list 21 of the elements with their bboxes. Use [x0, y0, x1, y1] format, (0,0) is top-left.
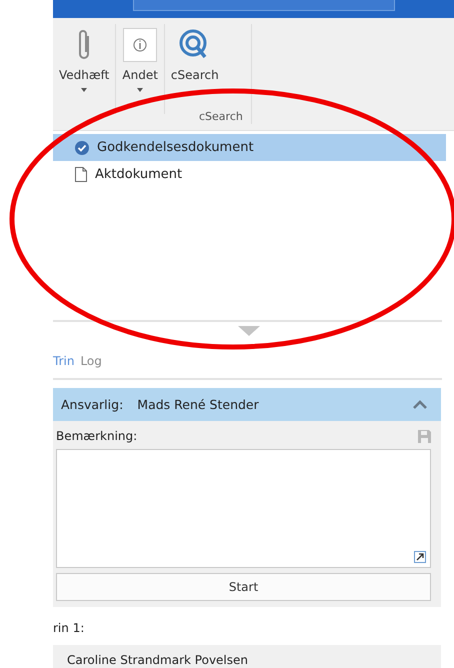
step-title: rin 1:	[53, 621, 86, 637]
chevron-icon[interactable]	[413, 400, 427, 409]
person-name: Caroline Strandmark Povelsen	[67, 653, 248, 667]
document-icon	[75, 167, 87, 182]
info-icon	[123, 28, 158, 62]
save-icon[interactable]	[418, 430, 431, 442]
document-item[interactable]: Aktdokument	[53, 161, 446, 188]
expand-icon[interactable]	[414, 551, 426, 563]
attach-button[interactable]: Vedhæft	[53, 28, 116, 92]
other-button[interactable]: Andet	[116, 28, 164, 92]
document-item[interactable]: Godkendelsesdokument	[53, 134, 446, 161]
responsible-name: Mads René Stender	[137, 397, 259, 412]
group-label: cSearch	[199, 110, 243, 123]
search-button[interactable]: cSearch	[164, 28, 225, 82]
remark-field[interactable]	[56, 449, 431, 568]
triangle-icon[interactable]	[238, 326, 260, 336]
start-button[interactable]: Start	[56, 573, 431, 601]
responsible-label: Ansvarlig:	[61, 397, 124, 412]
tab[interactable]: Log	[80, 354, 102, 368]
remark-label: Bemærkning:	[56, 429, 138, 443]
check-circle-icon	[75, 140, 89, 154]
